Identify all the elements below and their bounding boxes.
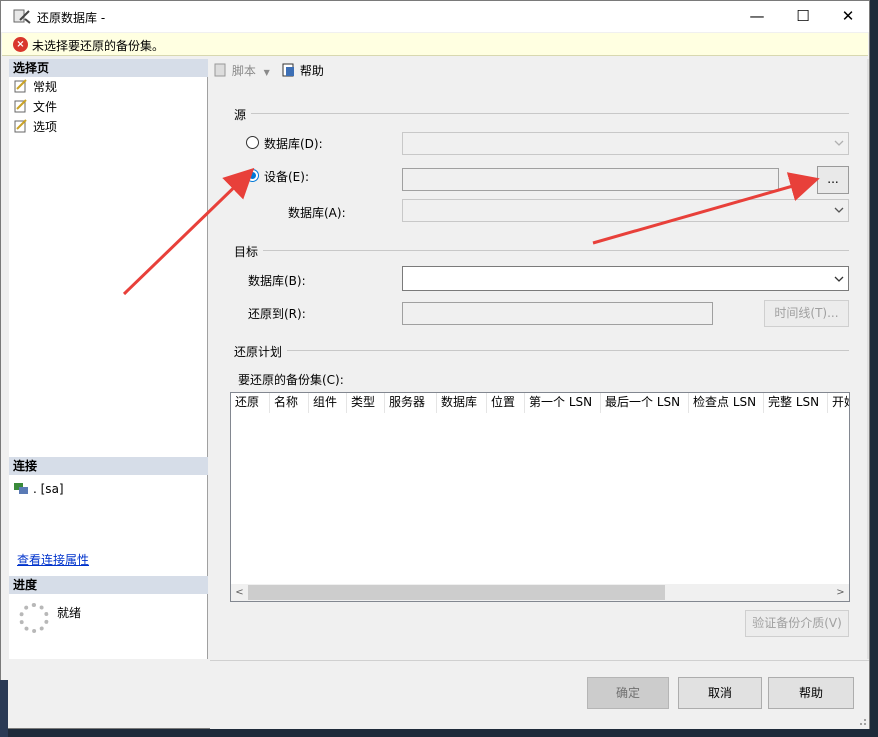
timeline-button[interactable]: 时间线(T)... — [764, 300, 849, 327]
help-icon — [282, 63, 294, 77]
window-title: 还原数据库 - — [37, 11, 106, 25]
chevron-down-icon: ▼ — [263, 68, 270, 77]
close-button[interactable]: ✕ — [825, 1, 871, 32]
chevron-down-icon — [834, 207, 844, 213]
scroll-thumb[interactable] — [248, 585, 665, 600]
column-header-first-lsn[interactable]: 第一个 LSN — [525, 393, 601, 413]
nav-item-label: 常规 — [33, 80, 58, 94]
column-header-name[interactable]: 名称 — [270, 393, 309, 413]
minimize-button[interactable]: — — [734, 1, 780, 32]
browse-label: ... — [827, 172, 839, 186]
divider — [263, 250, 849, 251]
script-button[interactable]: 脚本 ▼ — [214, 63, 270, 79]
nav-item-options[interactable]: 选项 — [13, 118, 57, 136]
backup-sets-label: 要还原的备份集(C): — [238, 373, 344, 387]
column-header-position[interactable]: 位置 — [487, 393, 525, 413]
column-header-checkpoint-lsn[interactable]: 检查点 LSN — [689, 393, 764, 413]
destination-database-label: 数据库(B): — [248, 274, 306, 288]
desktop-background — [0, 680, 8, 737]
source-group-label: 源 — [234, 108, 247, 122]
resize-grip-icon[interactable] — [857, 716, 867, 726]
connection-name: . [sa] — [33, 482, 64, 496]
select-page-header: 选择页 — [9, 59, 208, 77]
verify-backup-media-button[interactable]: 验证备份介质(V) — [745, 610, 849, 637]
backup-sets-grid[interactable]: 还原 名称 组件 类型 服务器 数据库 位置 第一个 LSN 最后一个 LSN … — [230, 392, 850, 602]
script-icon — [214, 63, 226, 77]
cancel-button[interactable]: 取消 — [678, 677, 762, 709]
maximize-button[interactable]: ☐ — [780, 1, 826, 32]
column-header-type[interactable]: 类型 — [347, 393, 385, 413]
view-connection-properties-link[interactable]: 查看连接属性 — [17, 551, 89, 568]
scroll-left-icon[interactable]: < — [231, 584, 248, 601]
progress-header: 进度 — [9, 576, 208, 594]
source-sub-database-label: 数据库(A): — [288, 206, 346, 220]
column-header-start[interactable]: 开始 — [828, 393, 849, 413]
page-icon — [14, 119, 27, 133]
column-header-full-lsn[interactable]: 完整 LSN — [764, 393, 828, 413]
cancel-label: 取消 — [707, 686, 732, 700]
progress-status: 就绪 — [57, 606, 82, 620]
toolbar: 脚本 ▼ 帮助 — [210, 59, 869, 83]
device-radio[interactable] — [246, 169, 259, 182]
ok-label: 确定 — [615, 686, 640, 700]
column-header-component[interactable]: 组件 — [309, 393, 347, 413]
horizontal-scrollbar[interactable]: < > — [231, 584, 849, 601]
divider — [251, 113, 849, 114]
help-toolbar-button[interactable]: 帮助 — [282, 63, 324, 79]
progress-spinner-icon — [19, 603, 49, 633]
backup-database-dropdown[interactable] — [402, 199, 849, 222]
connection-header: 连接 — [9, 457, 208, 475]
device-radio-label: 设备(E): — [264, 170, 309, 184]
device-input[interactable] — [402, 168, 779, 191]
database-radio-label: 数据库(D): — [264, 137, 323, 151]
chevron-down-icon — [834, 140, 844, 146]
column-header-server[interactable]: 服务器 — [385, 393, 437, 413]
help-button[interactable]: 帮助 — [768, 677, 854, 709]
maximize-icon: ☐ — [796, 7, 810, 25]
verify-label: 验证备份介质(V) — [752, 616, 842, 630]
error-icon: × — [13, 37, 28, 52]
browse-device-button[interactable]: ... — [817, 166, 849, 194]
left-pane: 选择页 常规 文件 选项 连接 . [sa] 查看连接属性 进度 就绪 — [9, 59, 208, 659]
chevron-down-icon — [834, 276, 844, 282]
nav-item-label: 文件 — [33, 100, 58, 114]
message-bar: × 未选择要还原的备份集。 — [2, 33, 868, 56]
destination-group-label: 目标 — [234, 245, 259, 259]
help-label: 帮助 — [299, 64, 324, 78]
column-header-database[interactable]: 数据库 — [437, 393, 487, 413]
timeline-label: 时间线(T)... — [774, 306, 839, 320]
script-label: 脚本 — [231, 64, 256, 78]
help-button-label: 帮助 — [798, 686, 823, 700]
close-icon: ✕ — [841, 7, 855, 25]
message-text: 未选择要还原的备份集。 — [32, 39, 165, 53]
restore-to-input — [402, 302, 713, 325]
destination-database-dropdown[interactable] — [402, 266, 849, 291]
connection-item: . [sa] — [13, 480, 64, 498]
divider — [287, 350, 849, 351]
scroll-right-icon[interactable]: > — [832, 584, 849, 601]
column-header-last-lsn[interactable]: 最后一个 LSN — [601, 393, 689, 413]
nav-item-general[interactable]: 常规 — [13, 78, 57, 96]
nav-item-files[interactable]: 文件 — [13, 98, 57, 116]
vertical-scrollbar[interactable] — [867, 59, 869, 659]
minimize-icon: — — [749, 7, 765, 25]
page-icon — [14, 99, 27, 113]
ok-button[interactable]: 确定 — [587, 677, 669, 709]
nav-item-label: 选项 — [33, 120, 58, 134]
database-radio[interactable] — [246, 136, 259, 149]
restore-database-window: 还原数据库 - — ☐ ✕ × 未选择要还原的备份集。 选择页 常规 文件 选项… — [0, 0, 870, 729]
page-icon — [14, 79, 27, 93]
restore-database-icon — [13, 9, 31, 24]
restore-plan-group-label: 还原计划 — [234, 345, 283, 359]
server-connection-icon — [14, 483, 28, 494]
column-header-restore[interactable]: 还原 — [231, 393, 270, 413]
source-database-dropdown[interactable] — [402, 132, 849, 155]
restore-to-label: 还原到(R): — [248, 307, 306, 321]
title-bar: 还原数据库 - — ☐ ✕ — [1, 1, 869, 32]
